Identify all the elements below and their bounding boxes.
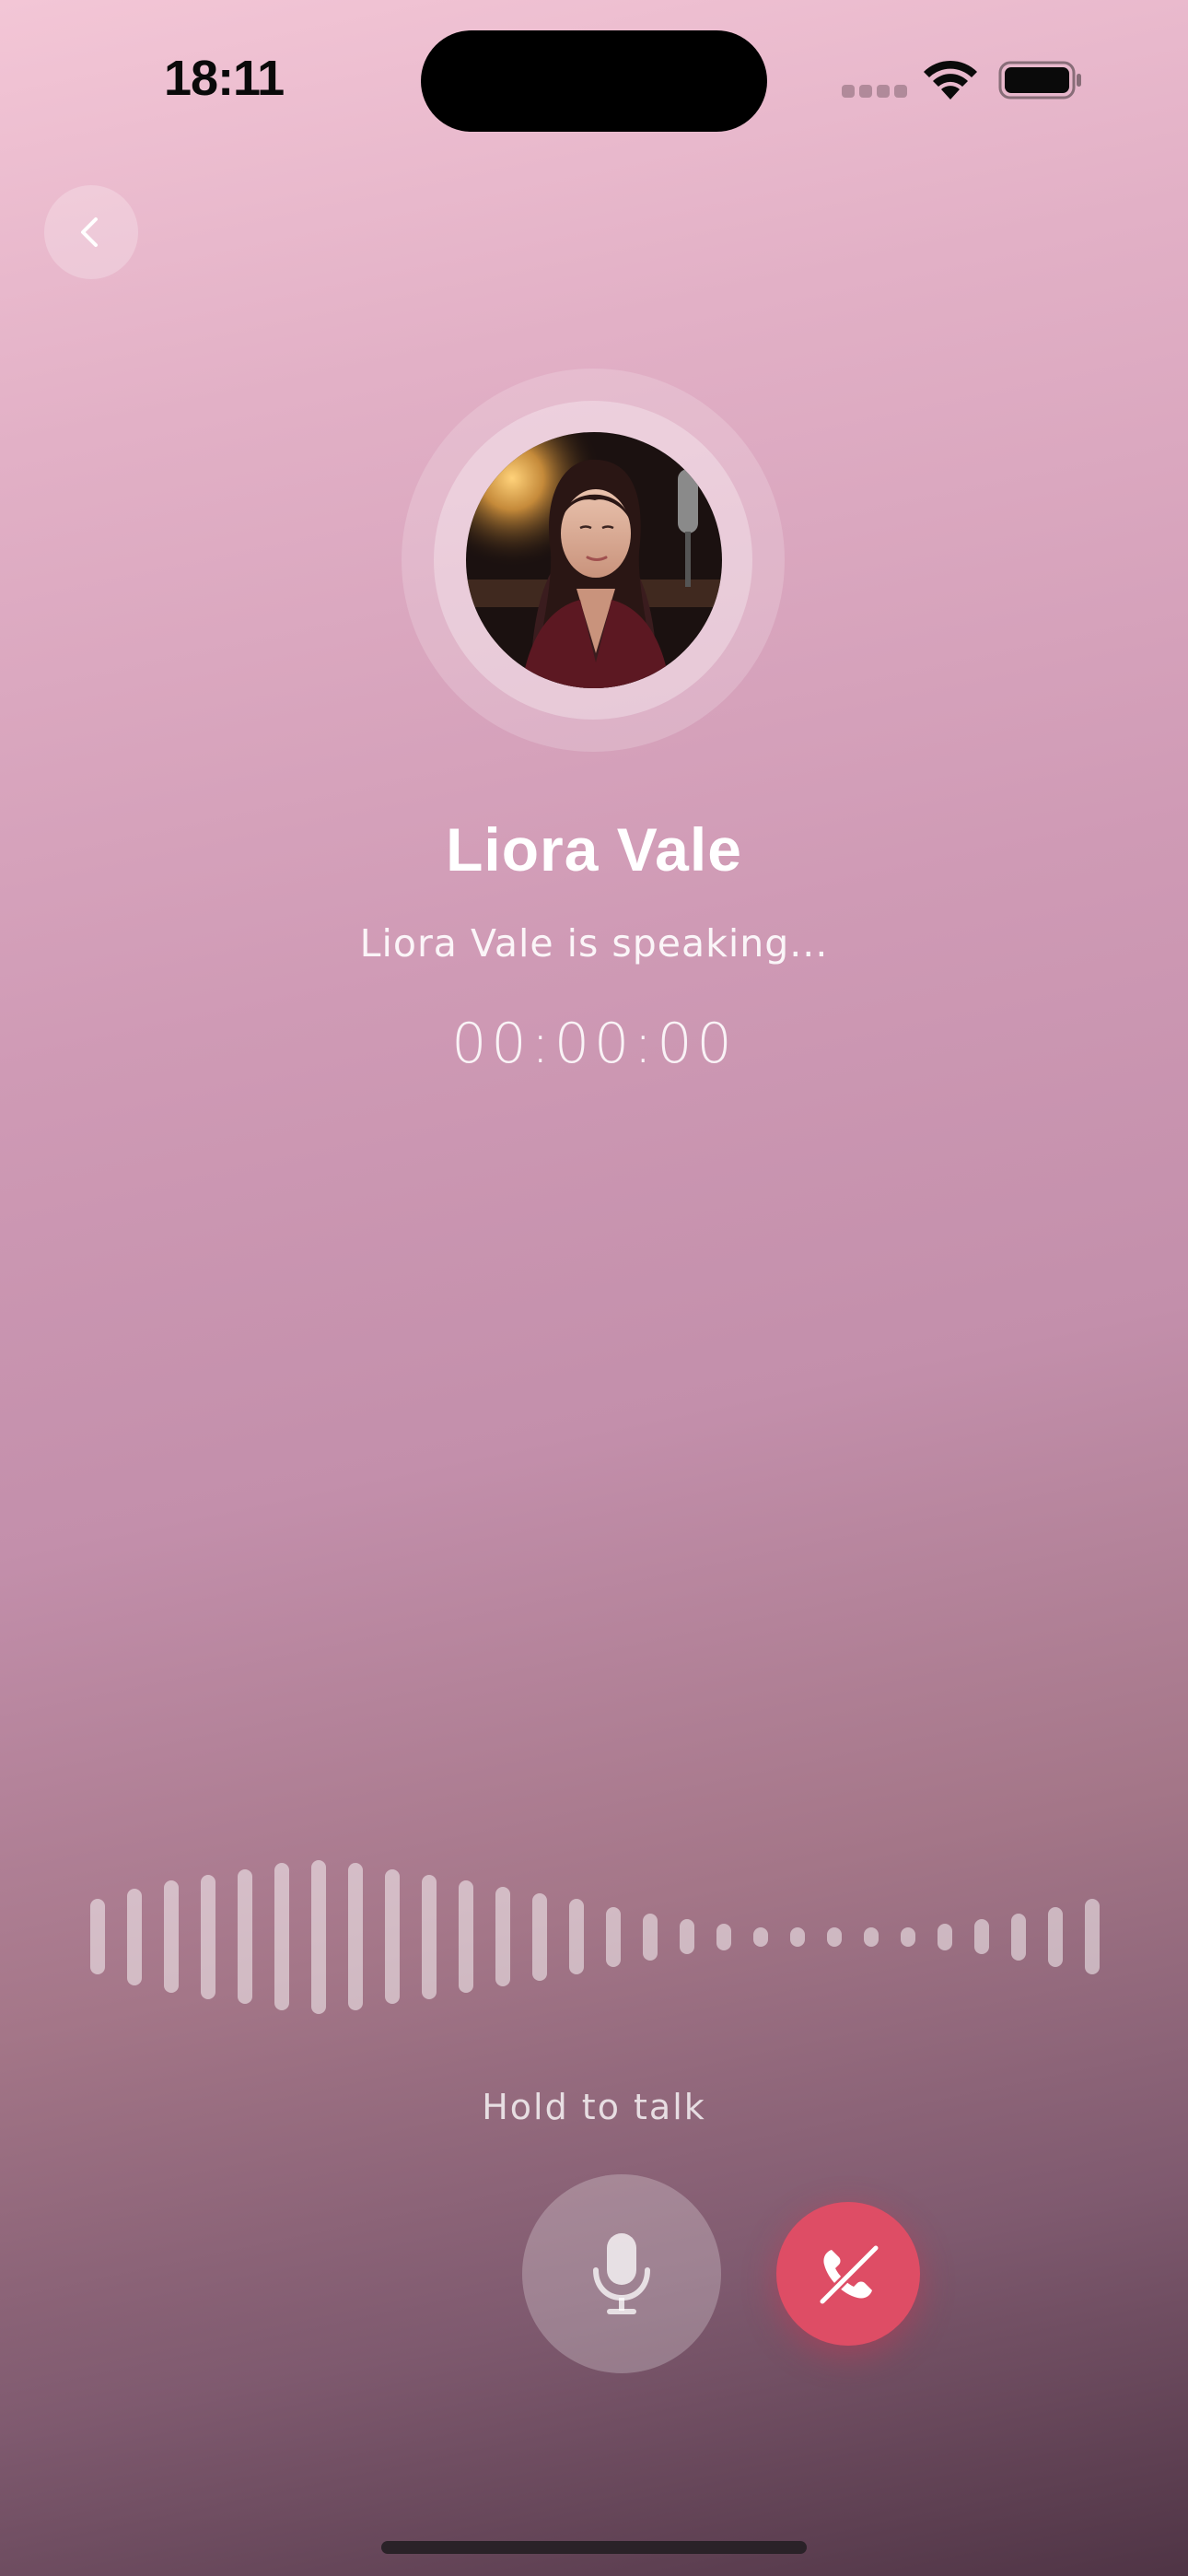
microphone-icon bbox=[593, 2233, 650, 2314]
phone-off-icon bbox=[818, 2243, 880, 2306]
contact-photo bbox=[466, 432, 722, 688]
waveform-bar bbox=[385, 1869, 400, 2004]
waveform-bar bbox=[348, 1863, 363, 2010]
waveform-bar bbox=[753, 1926, 768, 1947]
waveform-bar bbox=[201, 1874, 215, 1999]
voice-call-screen: 18:11 Liora Vale Liora Vale is speaking.… bbox=[0, 0, 1188, 2576]
waveform-bar bbox=[680, 1919, 694, 1954]
waveform-bar bbox=[274, 1863, 289, 2010]
cellular-signal-icon bbox=[842, 85, 907, 98]
waveform-bar bbox=[716, 1923, 731, 1950]
waveform-bar bbox=[864, 1926, 879, 1947]
waveform-bar bbox=[459, 1880, 473, 1993]
back-button[interactable] bbox=[44, 185, 138, 279]
waveform-bar bbox=[569, 1899, 584, 1974]
waveform-bar bbox=[974, 1919, 989, 1954]
contact-avatar bbox=[466, 432, 722, 688]
home-indicator bbox=[381, 2541, 807, 2554]
waveform-bar bbox=[127, 1888, 142, 1985]
waveform-bar bbox=[790, 1926, 805, 1947]
waveform-bar bbox=[495, 1887, 510, 1986]
dynamic-island bbox=[421, 30, 767, 132]
end-call-button[interactable] bbox=[776, 2202, 920, 2346]
waveform-bar bbox=[606, 1906, 621, 1967]
waveform-bar bbox=[901, 1926, 915, 1947]
waveform-bar bbox=[532, 1892, 547, 1981]
waveform-bar bbox=[164, 1880, 179, 1993]
hold-to-talk-button[interactable] bbox=[522, 2174, 721, 2373]
waveform-bar bbox=[238, 1869, 252, 2004]
waveform-bar bbox=[311, 1859, 326, 2014]
chevron-left-icon bbox=[81, 217, 98, 247]
waveform-bar bbox=[90, 1899, 105, 1974]
waveform-bar bbox=[827, 1926, 842, 1947]
waveform-bar bbox=[1048, 1906, 1063, 1967]
call-timer: 00:00:00 bbox=[451, 1012, 737, 1076]
speaking-status: Liora Vale is speaking... bbox=[359, 921, 829, 966]
wifi-icon bbox=[924, 60, 977, 100]
battery-icon bbox=[998, 61, 1081, 100]
waveform-bar bbox=[1011, 1913, 1026, 1961]
waveform-bar bbox=[422, 1874, 437, 1999]
waveform-bar bbox=[643, 1913, 658, 1961]
hold-to-talk-label: Hold to talk bbox=[482, 2087, 706, 2127]
waveform-bar bbox=[1085, 1899, 1100, 1974]
waveform-bar bbox=[938, 1923, 952, 1950]
contact-name: Liora Vale bbox=[446, 815, 742, 884]
status-time: 18:11 bbox=[164, 51, 285, 106]
